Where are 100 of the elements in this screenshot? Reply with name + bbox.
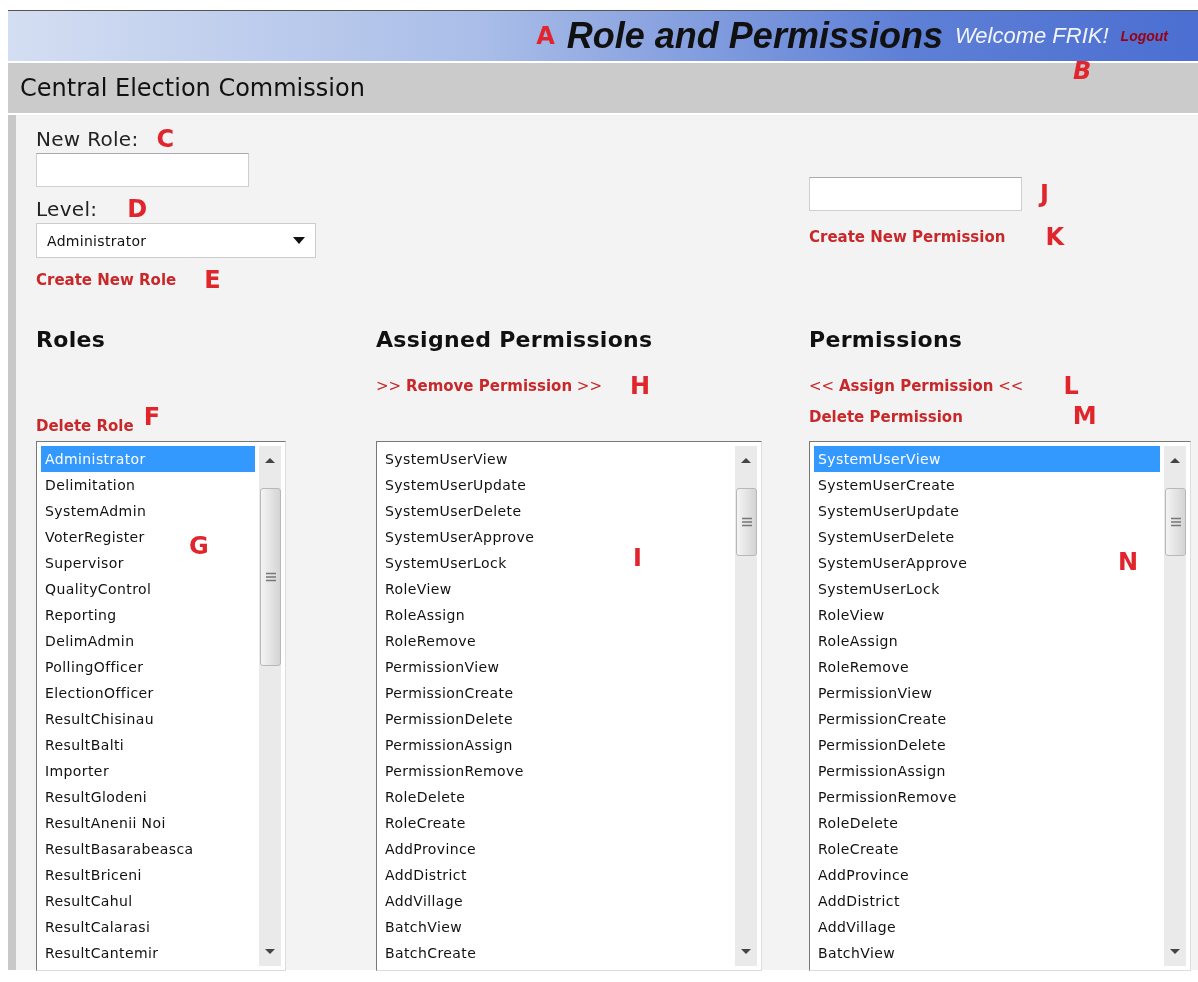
scroll-down-icon[interactable]	[1169, 948, 1181, 956]
create-role-link[interactable]: Create New Role	[36, 271, 177, 289]
list-item[interactable]: DelimAdmin	[41, 628, 135, 654]
list-box[interactable]	[376, 441, 762, 971]
assign-permission-link[interactable]: << Assign Permission <<	[809, 376, 1024, 395]
list-item[interactable]: ResultChisinau	[41, 706, 154, 732]
list-item[interactable]: SystemUserCreate	[814, 472, 956, 498]
list-item[interactable]: BatchCreate	[381, 940, 477, 966]
list-item[interactable]: AddProvince	[814, 862, 910, 888]
scrollbar[interactable]	[735, 446, 757, 966]
list-item[interactable]: ResultBriceni	[41, 862, 142, 888]
scroll-down-icon[interactable]	[740, 948, 752, 956]
list-item[interactable]: SystemUserApprove	[381, 524, 535, 550]
list-item[interactable]: RoleCreate	[381, 810, 466, 836]
list-item[interactable]: PermissionCreate	[814, 706, 947, 732]
delete-permission-link[interactable]: Delete Permission	[809, 408, 963, 426]
list-item[interactable]: RoleRemove	[381, 628, 476, 654]
list-item[interactable]: PermissionView	[381, 654, 500, 680]
create-permission-link[interactable]: Create New Permission	[809, 228, 1006, 246]
scroll-thumb[interactable]	[260, 488, 281, 666]
list-item[interactable]: SystemUserUpdate	[814, 498, 960, 524]
list-item[interactable]: RoleDelete	[814, 810, 899, 836]
callout-letter: J	[1040, 182, 1049, 206]
list-item[interactable]: RoleDelete	[381, 784, 466, 810]
list-item[interactable]: PermissionCreate	[381, 680, 514, 706]
callout-letter: D	[127, 197, 148, 221]
list-box[interactable]	[36, 441, 286, 971]
list-item[interactable]: ResultBalti	[41, 732, 125, 758]
list-item[interactable]: PermissionDelete	[814, 732, 946, 758]
section-heading: Assigned Permissions	[376, 327, 654, 354]
list-item[interactable]: BatchView	[814, 940, 896, 966]
list-item[interactable]: QualityControl	[41, 576, 152, 602]
list-item[interactable]: PollingOfficer	[41, 654, 144, 680]
delete-role-link[interactable]: Delete Role	[36, 417, 134, 435]
scrollbar[interactable]	[1164, 446, 1186, 966]
callout-letter: I	[633, 546, 642, 570]
list-box[interactable]	[809, 441, 1191, 971]
list-item[interactable]: RoleView	[814, 602, 885, 628]
list-item[interactable]: PermissionDelete	[381, 706, 513, 732]
list-item[interactable]: SystemUserLock	[814, 576, 940, 602]
list-item[interactable]: ResultAnenii Noi	[41, 810, 166, 836]
callout-letter: C	[156, 127, 175, 151]
scroll-up-icon[interactable]	[740, 456, 752, 464]
list-item[interactable]: ResultCahul	[41, 888, 133, 914]
list-item[interactable]: Importer	[41, 758, 110, 784]
list-item[interactable]: ResultCalarasi	[41, 914, 151, 940]
list-item[interactable]: RoleAssign	[814, 628, 898, 654]
list-item[interactable]: ResultGlodeni	[41, 784, 148, 810]
list-item[interactable]: SystemUserApprove	[814, 550, 968, 576]
list-item[interactable]: RoleRemove	[814, 654, 909, 680]
list-item[interactable]: Reporting	[41, 602, 117, 628]
list-item[interactable]: SystemUserDelete	[381, 498, 522, 524]
scrollbar[interactable]	[259, 446, 281, 966]
list-item[interactable]: ResultCantemir	[41, 940, 159, 966]
callout-letter: K	[1045, 225, 1064, 249]
new-permission-field[interactable]	[809, 177, 1022, 211]
list-item[interactable]: PermissionView	[814, 680, 933, 706]
list-item[interactable]: AddVillage	[814, 914, 897, 940]
callout-letter: B	[1072, 59, 1092, 83]
grip-icon	[1171, 517, 1181, 527]
list-item[interactable]: PermissionAssign	[381, 732, 513, 758]
organization-name: Central Election Commission	[20, 74, 365, 102]
scroll-thumb[interactable]	[736, 488, 757, 556]
new-role-field[interactable]	[36, 153, 249, 187]
callout-letter: A	[536, 24, 555, 48]
list-item[interactable]: RoleCreate	[814, 836, 899, 862]
list-item[interactable]: PermissionRemove	[381, 758, 524, 784]
list-item[interactable]: RoleView	[381, 576, 452, 602]
list-item[interactable]: Delimitation	[41, 472, 136, 498]
list-item[interactable]: SystemUserUpdate	[381, 472, 527, 498]
grip-icon	[742, 517, 752, 527]
scroll-thumb[interactable]	[1165, 488, 1186, 556]
callout-letter: F	[143, 405, 161, 429]
level-dropdown[interactable]: Administrator	[36, 223, 316, 258]
list-item[interactable]: RoleAssign	[381, 602, 465, 628]
list-item[interactable]: ElectionOfficer	[41, 680, 154, 706]
list-item[interactable]: Supervisor	[41, 550, 124, 576]
list-item[interactable]: PermissionRemove	[814, 784, 957, 810]
list-item[interactable]: AddDistrict	[814, 888, 900, 914]
list-item[interactable]: AddVillage	[381, 888, 464, 914]
section-heading: Permissions	[809, 327, 964, 354]
page-title: Role and Permissions	[566, 15, 943, 57]
list-item[interactable]: SystemUserDelete	[814, 524, 955, 550]
callout-letter: G	[189, 534, 209, 558]
scroll-up-icon[interactable]	[264, 456, 276, 464]
list-item[interactable]: AddProvince	[381, 836, 477, 862]
remove-permission-link[interactable]: >> Remove Permission >>	[376, 376, 602, 395]
field-label: Level:	[36, 197, 98, 221]
welcome-text: Welcome FRIK!	[954, 23, 1109, 48]
list-item[interactable]: ResultBasarabeasca	[41, 836, 194, 862]
list-item[interactable]: SystemUserLock	[381, 550, 507, 576]
list-item[interactable]: SystemUserView	[381, 446, 508, 472]
list-item[interactable]: PermissionAssign	[814, 758, 946, 784]
list-item[interactable]: SystemAdmin	[41, 498, 147, 524]
scroll-down-icon[interactable]	[264, 948, 276, 956]
scroll-up-icon[interactable]	[1169, 456, 1181, 464]
list-item[interactable]: AddDistrict	[381, 862, 467, 888]
callout-letter: E	[204, 268, 221, 292]
list-item[interactable]: VoterRegister	[41, 524, 145, 550]
list-item[interactable]: BatchView	[381, 914, 463, 940]
